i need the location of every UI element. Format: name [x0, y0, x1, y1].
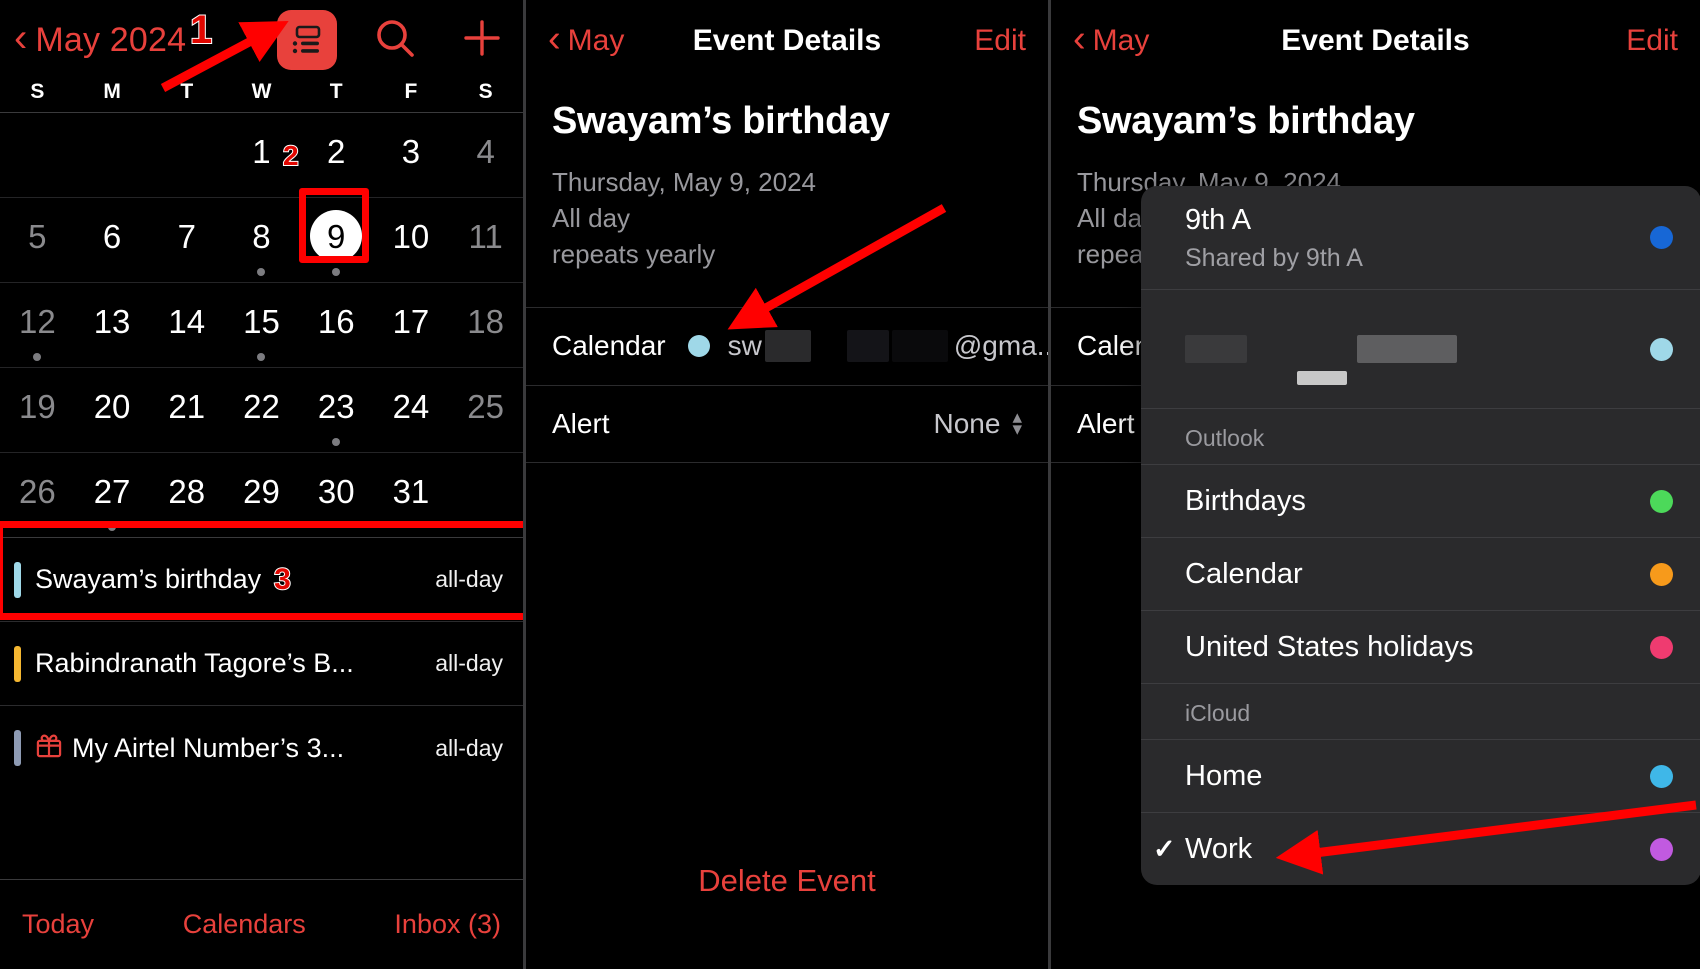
annotation-arrow-3: [1275, 800, 1697, 875]
event-indicator-dot: [257, 353, 266, 361]
annotation-highlight-day-9: [299, 188, 369, 263]
calendar-day-number: 25: [467, 387, 504, 425]
gift-icon: [35, 731, 63, 766]
calendar-day-cell[interactable]: 23: [299, 368, 374, 452]
calendar-day-number: 16: [317, 302, 355, 340]
today-button[interactable]: Today: [22, 909, 94, 940]
annotation-arrow-1: [160, 20, 289, 92]
calendar-day-number: 18: [467, 302, 504, 340]
calendar-day-number: 20: [93, 387, 131, 425]
calendar-day-number: 30: [317, 472, 355, 510]
inbox-button[interactable]: Inbox (3): [394, 909, 501, 940]
event-details-panel: ‹ May Event Details Edit Swayam’s birthd…: [526, 0, 1048, 969]
event-list-item[interactable]: My Airtel Number’s 3... all-day: [0, 706, 523, 790]
calendar-day-number: 13: [93, 302, 131, 340]
event-item-label: Rabindranath Tagore’s B...: [35, 648, 354, 678]
calendar-day-cell[interactable]: 24: [374, 368, 449, 452]
alert-row-control[interactable]: None ▴ ▾: [934, 408, 1022, 440]
calendar-day-number: 28: [168, 472, 206, 510]
calendar-day-number: 22: [243, 387, 280, 425]
edit-button[interactable]: Edit: [974, 24, 1026, 58]
event-duration-label: all-day: [435, 734, 503, 761]
event-indicator-dot: [332, 438, 341, 446]
event-item-title: Rabindranath Tagore’s B...: [35, 648, 354, 679]
calendar-day-number: 15: [243, 302, 280, 340]
event-color-bar: [14, 645, 21, 682]
calendar-week-row: 19 20 21 22 23 24 25: [0, 367, 523, 452]
calendar-day-number: 27: [93, 472, 131, 510]
calendar-day-number: 31: [392, 472, 430, 510]
delete-event-button[interactable]: Delete Event: [526, 863, 1048, 899]
screenshot-root: ‹ May 2024 S M T W T F S 1 2 3 4 5 6 7 8…: [0, 0, 1700, 969]
calendar-day-number: 12: [18, 302, 56, 340]
event-item-title: My Airtel Number’s 3...: [35, 731, 344, 766]
calendar-day-number: 19: [18, 387, 56, 425]
calendars-button[interactable]: Calendars: [183, 909, 306, 940]
calendar-day-number: 23: [317, 387, 355, 425]
event-duration-label: all-day: [435, 650, 503, 676]
calendar-day-cell[interactable]: 20: [75, 368, 150, 452]
calendar-day-number: 17: [392, 302, 430, 340]
month-view-panel: ‹ May 2024 S M T W T F S 1 2 3 4 5 6 7 8…: [0, 0, 523, 969]
calendar-day-number: 14: [168, 302, 206, 340]
event-list-item[interactable]: Rabindranath Tagore’s B... all-day: [0, 622, 523, 706]
bottom-toolbar: Today Calendars Inbox (3): [0, 879, 523, 969]
calendar-day-cell[interactable]: 22: [224, 368, 299, 452]
edit-button[interactable]: Edit: [1626, 24, 1678, 58]
calendar-day-number: 29: [243, 472, 280, 510]
calendar-day-number: 26: [18, 472, 56, 510]
calendar-day-cell[interactable]: 25: [448, 368, 523, 452]
event-color-bar: [14, 730, 21, 766]
calendar-day-cell[interactable]: 21: [149, 368, 224, 452]
annotation-step-2: 2: [282, 139, 300, 172]
event-indicator-dot: [33, 353, 42, 361]
alert-row-label: Alert: [552, 407, 610, 439]
calendar-picker-panel: ‹ May Event Details Edit Swayam’s birthd…: [1051, 0, 1700, 969]
alert-value: None: [933, 407, 1001, 439]
calendar-day-cell[interactable]: 19: [0, 368, 75, 452]
event-item-label: My Airtel Number’s 3...: [72, 732, 345, 763]
annotation-highlight-event-row: [0, 521, 523, 620]
calendar-day-number: [460, 465, 512, 517]
chevron-up-down-icon[interactable]: ▴ ▾: [1012, 408, 1022, 438]
annotation-arrow-2: [727, 204, 947, 330]
calendar-day-number: 24: [392, 387, 430, 425]
calendar-day-number: 21: [168, 387, 206, 425]
